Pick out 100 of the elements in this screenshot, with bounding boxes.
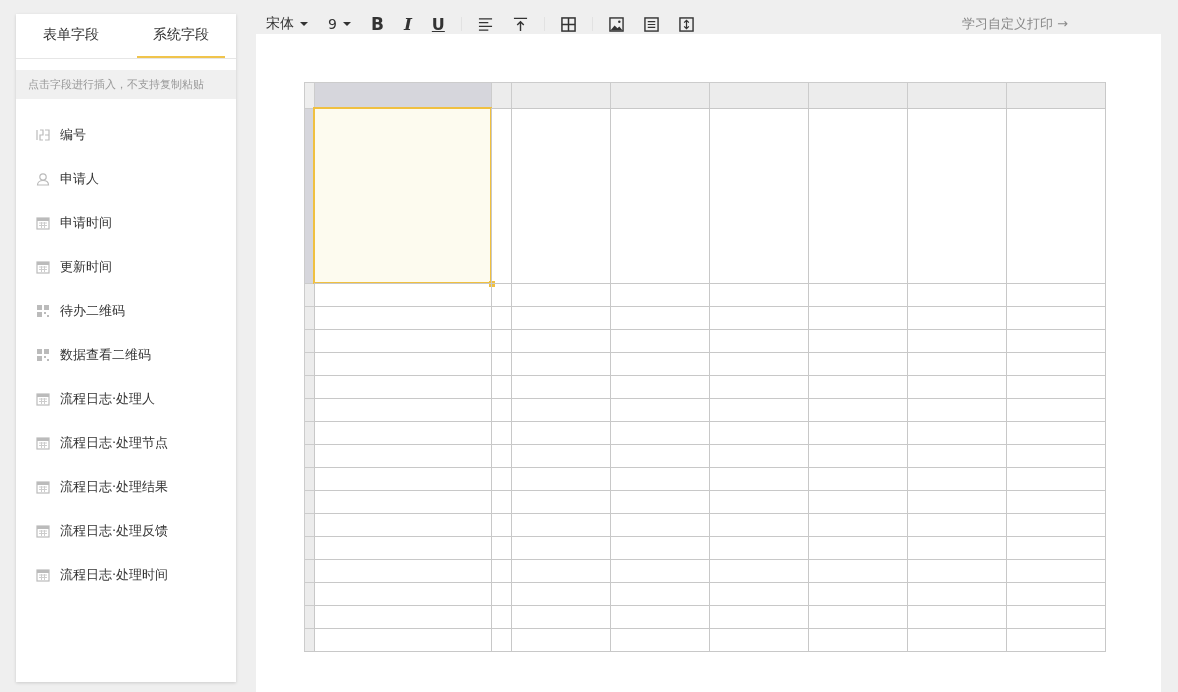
field-item[interactable]: 流程日志·处理反馈 [60, 522, 169, 540]
corner-header[interactable] [304, 82, 314, 108]
grid-cell[interactable] [511, 352, 610, 375]
grid-cell[interactable] [907, 398, 1006, 421]
grid-cell[interactable] [709, 605, 808, 628]
grid-cell[interactable] [907, 628, 1006, 651]
grid-cell[interactable] [610, 352, 709, 375]
field-item[interactable]: 流程日志·处理人 [60, 390, 156, 408]
grid-cell[interactable] [314, 375, 491, 398]
grid-cell[interactable] [610, 329, 709, 352]
column-header[interactable] [808, 82, 907, 108]
grid-cell[interactable] [610, 421, 709, 444]
column-header[interactable] [709, 82, 808, 108]
grid-cell[interactable] [314, 444, 491, 467]
field-item[interactable]: 更新时间 [60, 258, 112, 276]
row-header[interactable] [304, 421, 314, 444]
grid-cell[interactable] [511, 559, 610, 582]
grid-cell[interactable] [511, 490, 610, 513]
grid-cell[interactable] [709, 375, 808, 398]
grid-cell[interactable] [1006, 108, 1105, 283]
grid-cell[interactable] [511, 444, 610, 467]
grid-cell[interactable] [511, 536, 610, 559]
grid-cell[interactable] [808, 398, 907, 421]
grid-cell[interactable] [907, 513, 1006, 536]
row-header[interactable] [304, 375, 314, 398]
grid-cell[interactable] [1006, 605, 1105, 628]
grid-cell[interactable] [709, 283, 808, 306]
grid-cell[interactable] [907, 329, 1006, 352]
grid-cell[interactable] [1006, 375, 1105, 398]
grid-cell[interactable] [709, 628, 808, 651]
align-top-icon[interactable] [512, 16, 528, 32]
grid-cell[interactable] [907, 467, 1006, 490]
column-header[interactable] [1006, 82, 1105, 108]
grid-cell[interactable] [491, 513, 511, 536]
grid-cell[interactable] [610, 283, 709, 306]
grid-cell[interactable] [709, 513, 808, 536]
field-tab[interactable]: 表单字段 [27, 14, 115, 58]
grid-cell[interactable] [511, 605, 610, 628]
grid-cell[interactable] [1006, 283, 1105, 306]
grid-cell[interactable] [610, 559, 709, 582]
row-header[interactable] [304, 536, 314, 559]
field-item[interactable]: 申请时间 [60, 214, 112, 232]
grid-cell[interactable] [1006, 536, 1105, 559]
row-height-icon[interactable] [678, 16, 694, 32]
grid-cell[interactable] [491, 108, 511, 283]
grid-cell[interactable] [314, 398, 491, 421]
grid-cell[interactable] [709, 536, 808, 559]
field-item[interactable]: 流程日志·处理时间 [60, 566, 169, 584]
grid-cell[interactable] [808, 513, 907, 536]
grid-cell[interactable] [907, 490, 1006, 513]
grid-cell[interactable] [610, 490, 709, 513]
grid-cell[interactable] [610, 398, 709, 421]
grid-cell[interactable] [907, 352, 1006, 375]
grid-cell[interactable] [511, 306, 610, 329]
grid-cell[interactable] [709, 108, 808, 283]
grid-cell[interactable] [610, 444, 709, 467]
grid-cell[interactable] [314, 559, 491, 582]
grid-cell[interactable] [1006, 398, 1105, 421]
grid-cell[interactable] [907, 306, 1006, 329]
grid-cell[interactable] [808, 605, 907, 628]
row-header[interactable] [304, 628, 314, 651]
grid-cell[interactable] [610, 306, 709, 329]
grid-cell[interactable] [491, 536, 511, 559]
row-header[interactable] [304, 605, 314, 628]
grid-cell[interactable] [1006, 513, 1105, 536]
grid-cell[interactable] [709, 490, 808, 513]
grid-cell[interactable] [491, 605, 511, 628]
grid-cell[interactable] [314, 628, 491, 651]
italic-button[interactable]: I [403, 14, 412, 34]
grid-cell[interactable] [1006, 444, 1105, 467]
row-header[interactable] [304, 398, 314, 421]
field-item[interactable]: 编号 [60, 126, 86, 144]
column-header[interactable] [610, 82, 709, 108]
grid-cell[interactable] [610, 108, 709, 283]
grid-cell[interactable] [907, 444, 1006, 467]
field-item[interactable]: 待办二维码 [60, 302, 125, 320]
grid-cell[interactable] [314, 490, 491, 513]
table-icon[interactable] [560, 16, 576, 32]
grid-cell[interactable] [709, 398, 808, 421]
grid-cell[interactable] [511, 421, 610, 444]
row-header[interactable] [304, 306, 314, 329]
grid-cell[interactable] [1006, 329, 1105, 352]
grid-cell[interactable] [808, 329, 907, 352]
column-header[interactable] [491, 82, 511, 108]
grid-cell[interactable] [808, 628, 907, 651]
grid-cell[interactable] [491, 283, 511, 306]
grid-cell[interactable] [314, 283, 491, 306]
grid-cell[interactable] [491, 306, 511, 329]
grid-cell[interactable] [610, 605, 709, 628]
grid-cell[interactable] [610, 582, 709, 605]
grid-cell[interactable] [491, 559, 511, 582]
image-icon[interactable] [608, 16, 624, 32]
field-item[interactable]: 流程日志·处理结果 [60, 478, 169, 496]
row-header[interactable] [304, 352, 314, 375]
grid-cell[interactable] [511, 398, 610, 421]
grid-cell[interactable] [1006, 582, 1105, 605]
grid-cell[interactable] [1006, 306, 1105, 329]
grid-cell[interactable] [709, 467, 808, 490]
grid-cell[interactable] [808, 467, 907, 490]
grid-cell[interactable] [511, 628, 610, 651]
